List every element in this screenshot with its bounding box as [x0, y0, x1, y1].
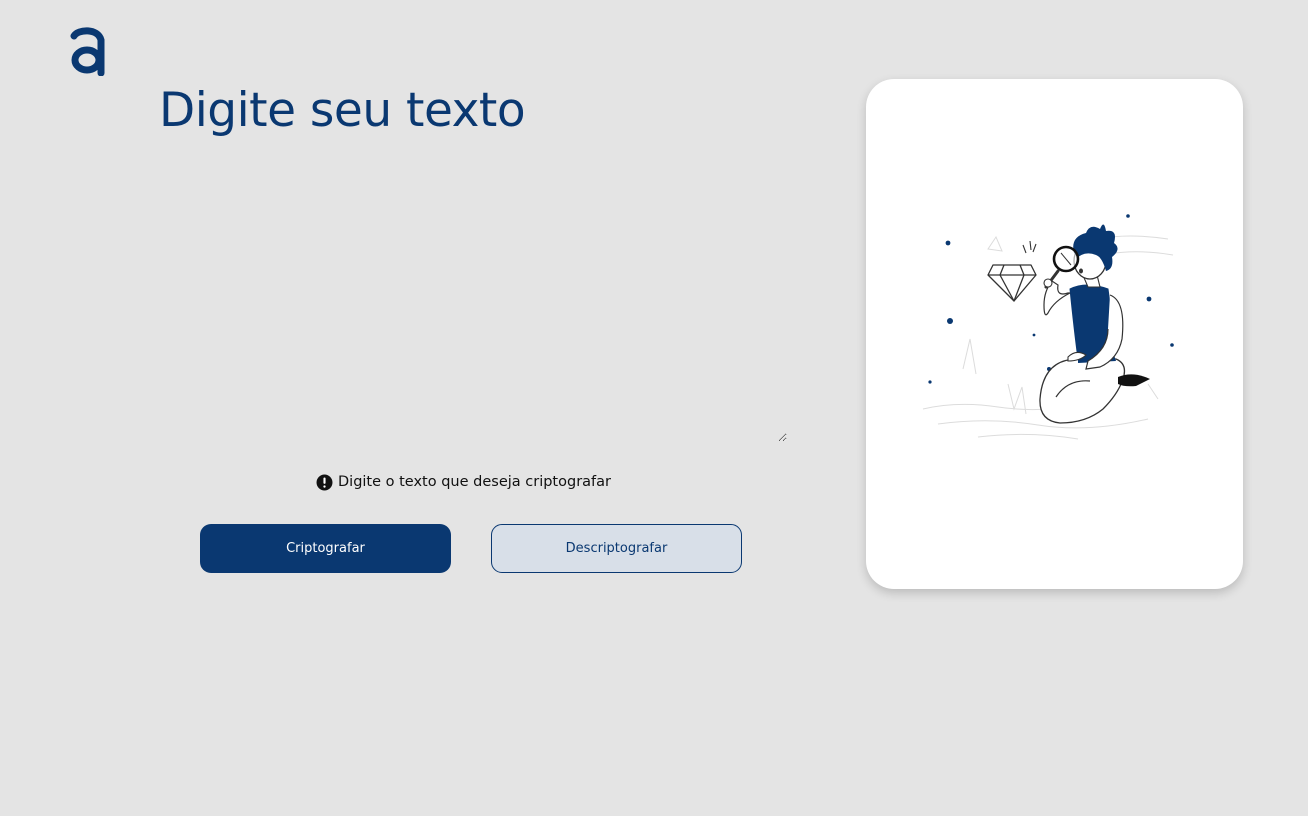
exclamation-circle-icon: [316, 474, 333, 490]
text-input[interactable]: [159, 150, 787, 442]
info-text: Digite o texto que deseja criptografar: [338, 474, 611, 490]
page-title: Digite seu texto: [159, 83, 526, 138]
encrypt-button[interactable]: Criptografar: [200, 524, 451, 573]
page: Digite seu texto Digite o texto que dese…: [0, 0, 1308, 816]
info-message: Digite o texto que deseja criptografar: [316, 472, 611, 492]
alura-logo-icon[interactable]: [68, 26, 108, 76]
decrypt-button[interactable]: Descriptografar: [491, 524, 742, 573]
output-card: [866, 79, 1243, 589]
boy-with-magnifying-glass-illustration: [922, 214, 1174, 440]
